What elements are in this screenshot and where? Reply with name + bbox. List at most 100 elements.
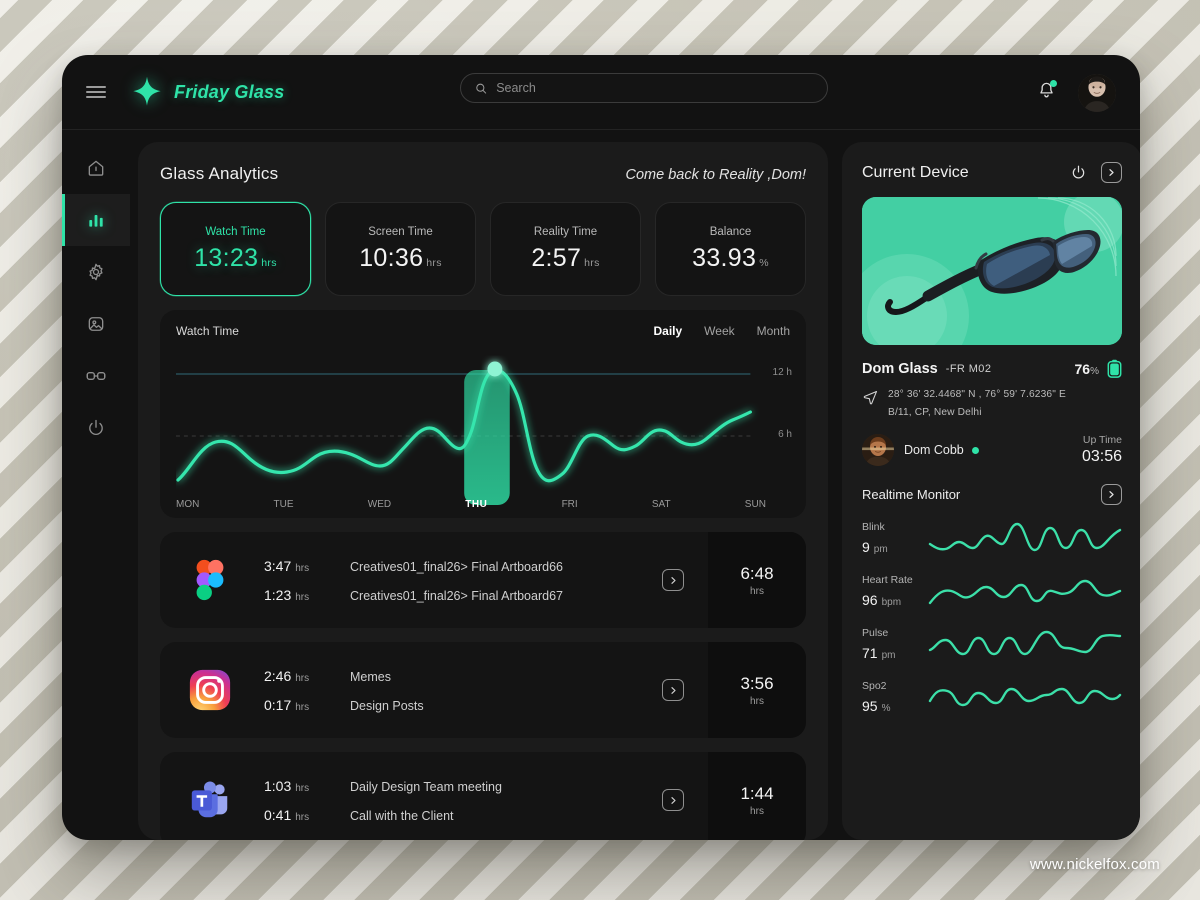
metric-number: 95 [862,698,878,714]
uptime: Up Time 03:56 [1082,434,1122,466]
app-total-unit: hrs [750,805,764,817]
analytics-header: Glass Analytics Come back to Reality ,Do… [160,164,806,184]
stat-card-screen-time[interactable]: Screen Time 10:36 hrs [325,202,476,296]
chart-title: Watch Time [176,324,239,338]
sidebar-item-gallery[interactable] [62,298,130,350]
sparkline-svg [928,579,1122,605]
device-name: Dom Glass [862,360,938,377]
stat-card-unit: % [759,256,769,269]
stat-card-value: 2:57 hrs [531,244,599,273]
user-avatar[interactable] [862,434,894,466]
chevron-right-icon [1109,169,1114,176]
app-entry: 1:03 hrs Daily Design Team meeting [264,778,638,794]
hamburger-menu-icon[interactable] [62,83,130,101]
app-entry-time: 1:03 hrs [264,778,350,794]
app-usage-row-instagram[interactable]: 2:46 hrs Memes 0:17 hrs Design Posts 3:5… [160,642,806,738]
stat-card-unit: hrs [584,256,600,269]
sidebar-item-device[interactable] [62,350,130,402]
device-expand-button[interactable] [1101,162,1122,183]
sidebar-item-settings[interactable] [62,246,130,298]
body: Glass Analytics Come back to Reality ,Do… [62,130,1140,840]
chevron-right-icon [1109,491,1114,498]
power-icon[interactable] [1070,164,1087,181]
search-bar[interactable] [460,73,828,103]
battery-percent-value: 76 [1074,360,1091,377]
battery-percent-unit: % [1090,365,1099,377]
metric-info: Blink 9 pm [862,521,928,555]
chart-x-axis-labels: MON TUE WED THU FRI SAT SUN [176,499,766,510]
app-expand-button[interactable] [662,569,684,591]
uptime-label: Up Time [1082,434,1122,446]
realtime-monitor-title: Realtime Monitor [862,487,961,502]
stat-card-reality-time[interactable]: Reality Time 2:57 hrs [490,202,641,296]
chart-tab-daily[interactable]: Daily [653,324,682,338]
user-avatar-image [862,434,894,466]
app-expand-cell [638,642,708,738]
metric-value: 96 bpm [862,592,928,608]
metric-unit: pm [881,650,896,661]
app-total-cell: 6:48 hrs [708,532,806,628]
app-entry: 0:41 hrs Call with the Client [264,807,638,823]
app-entries: 3:47 hrs Creatives01_final26> Final Artbo… [260,532,638,628]
app-total-unit: hrs [750,695,764,707]
stat-card-label: Balance [709,225,752,238]
device-identity-row: Dom Glass -FR M02 76% [862,359,1122,378]
metric-unit: % [881,703,891,714]
app-entry-desc: Call with the Client [350,808,454,823]
sparkline-svg [928,687,1122,707]
stat-card-watch-time[interactable]: Watch Time 13:23 hrs [160,202,311,296]
app-expand-button[interactable] [662,679,684,701]
app-entry: 2:46 hrs Memes [264,668,638,684]
app-entry-desc: Creatives01_final26> Final Artboard67 [350,588,563,603]
device-product-image [862,197,1122,345]
chart-tab-month[interactable]: Month [757,324,790,338]
watch-time-chart-panel: Watch Time Daily Week Month 12 h 6 h MON… [160,310,806,518]
notifications-button[interactable] [1037,79,1057,105]
app-total-value: 3:56 [740,673,774,693]
monitor-expand-button[interactable] [1101,484,1122,505]
app-entry-time: 0:41 hrs [264,807,350,823]
sidebar-item-home[interactable] [62,142,130,194]
stat-card-list: Watch Time 13:23 hrs Screen Time 10:36 hrs… [160,202,806,296]
top-bar: Friday Glass [62,55,1140,130]
device-location: 28° 36' 32.4468" N , 76° 59' 7.6236" E B… [862,389,1122,418]
metric-value: 9 pm [862,539,928,555]
search-input[interactable] [496,81,813,95]
device-address: B/11, CP, New Delhi [888,407,982,418]
stat-card-value: 33.93% [692,244,769,273]
app-entry: 0:17 hrs Design Posts [264,697,638,713]
main-content: Glass Analytics Come back to Reality ,Do… [130,130,1140,840]
device-coordinates: 28° 36' 32.4468" N , 76° 59' 7.6236" E [888,389,1066,400]
metric-sparkline-blink [928,518,1122,558]
avatar[interactable] [1078,73,1116,112]
analytics-panel: Glass Analytics Come back to Reality ,Do… [138,142,828,840]
battery-icon [1107,359,1122,378]
device-user-name: Dom Cobb [904,443,964,457]
brand: Friday Glass [130,75,284,109]
chevron-right-icon [670,796,676,804]
chart-range-tabs: Daily Week Month [653,324,790,338]
brand-name: Friday Glass [174,81,285,102]
app-entries: 1:03 hrs Daily Design Team meeting 0:41 hr… [260,752,638,840]
chart-tab-week[interactable]: Week [704,324,734,338]
sidebar-item-analytics[interactable] [62,194,130,246]
chart-x-label-thu: THU [465,499,488,510]
chart-header: Watch Time Daily Week Month [176,324,790,338]
notification-dot [1050,79,1057,87]
metric-name: Blink [862,521,885,533]
app-usage-row-teams[interactable]: 1:03 hrs Daily Design Team meeting 0:41 hr… [160,752,806,840]
bar-chart-icon [89,215,103,227]
app-icon-cell [160,752,260,840]
avatar-image [1078,73,1116,112]
sparkle-icon [133,76,161,106]
search-icon [476,83,487,94]
app-expand-button[interactable] [662,789,684,811]
app-total-value: 6:48 [740,563,774,583]
stat-card-balance[interactable]: Balance 33.93% [655,202,806,296]
stat-card-label: Reality Time [533,225,598,238]
metric-sparkline-heart-rate [928,571,1122,611]
current-device-panel: Current Device Dom Glass -FR M02 76% 28°… [842,142,1140,840]
app-total-cell: 3:56 hrs [708,642,806,738]
sidebar-item-power[interactable] [62,402,130,454]
app-usage-row-figma[interactable]: 3:47 hrs Creatives01_final26> Final Artbo… [160,532,806,628]
